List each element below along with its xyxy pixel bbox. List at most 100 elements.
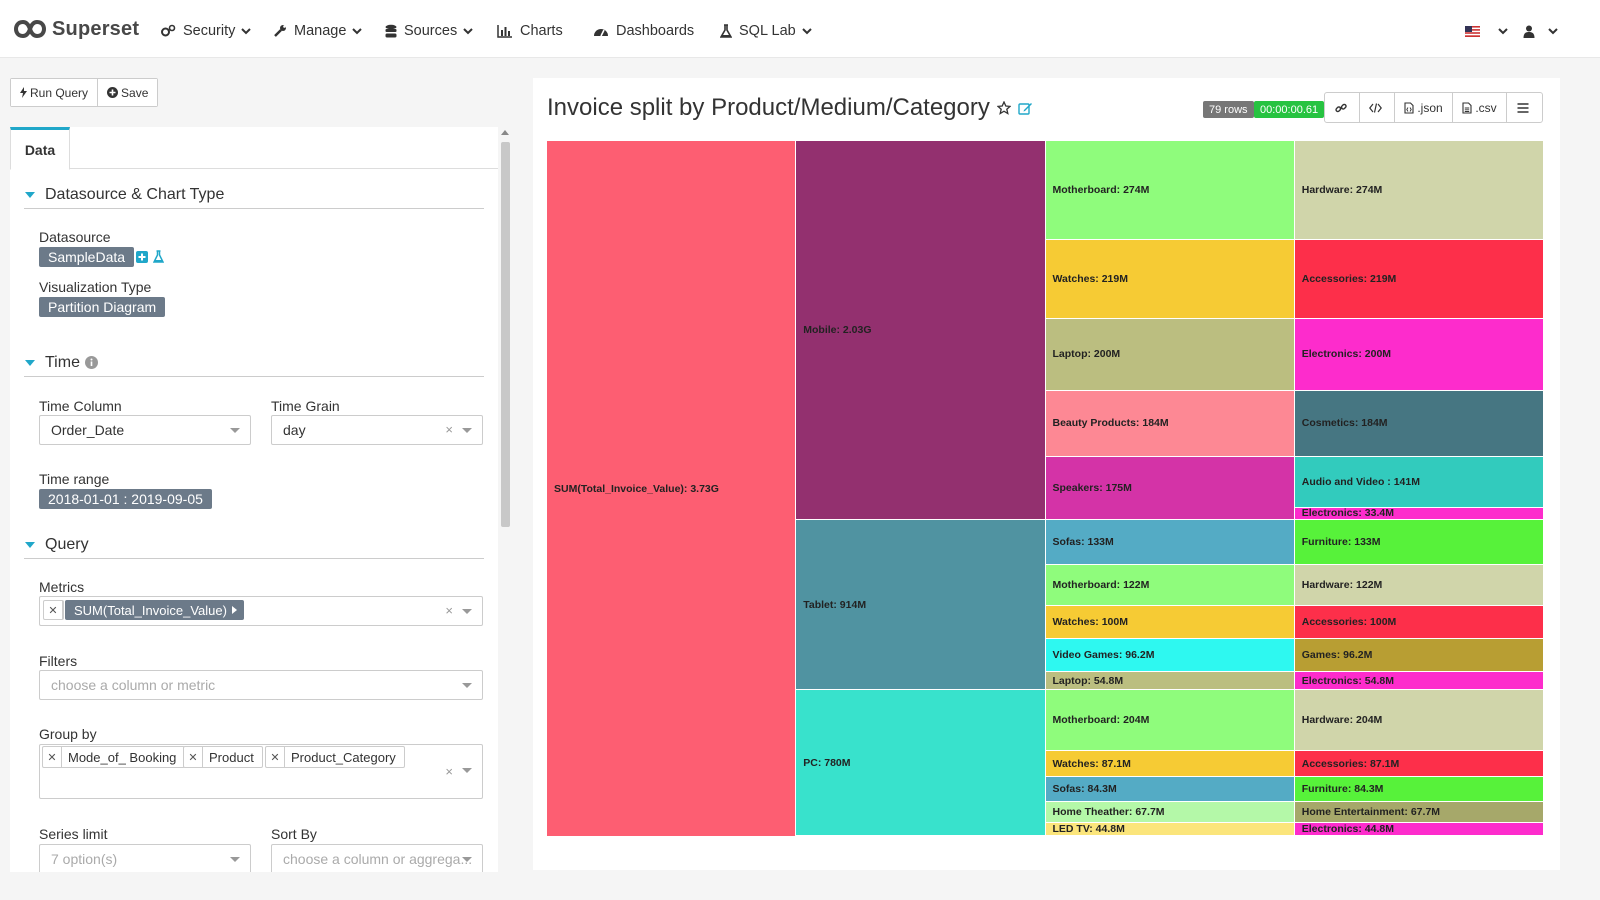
groupby-chip: ✕ Product	[183, 746, 263, 768]
nav-charts[interactable]: Charts	[497, 20, 563, 42]
section-datasource-title: Datasource & Chart Type	[45, 185, 225, 203]
plus-square-icon[interactable]	[136, 251, 148, 263]
remove-icon[interactable]: ✕	[44, 601, 63, 619]
clear-icon[interactable]: ×	[445, 603, 453, 618]
remove-icon[interactable]: ✕	[266, 747, 285, 767]
info-circle-icon[interactable]	[84, 356, 98, 369]
partition-cell[interactable]: Motherboard: 204M	[1045, 690, 1295, 752]
flask-icon	[720, 23, 732, 38]
partition-cell[interactable]: Sofas: 133M	[1045, 519, 1295, 565]
partition-cell-label: Electronics: 44.8M	[1301, 822, 1394, 835]
tab-bar: Data	[10, 127, 498, 170]
caret-down-icon	[25, 541, 35, 548]
run-query-button[interactable]: Run Query	[11, 79, 98, 106]
partition-cell[interactable]: Beauty Products: 184M	[1045, 390, 1295, 457]
time-grain-select[interactable]: day ×	[271, 415, 483, 445]
chart-title: Invoice split by Product/Medium/Category	[547, 94, 1033, 122]
brand[interactable]: Superset	[14, 14, 139, 44]
clear-icon[interactable]: ×	[445, 764, 453, 779]
partition-cell[interactable]: Watches: 100M	[1045, 605, 1295, 640]
viz-type-tag[interactable]: Partition Diagram	[39, 297, 166, 317]
nav-sql-lab[interactable]: SQL Lab	[720, 20, 819, 42]
brand-name: Superset	[52, 17, 140, 40]
link-button[interactable]	[1325, 93, 1359, 122]
section-query-header[interactable]: Query	[24, 531, 484, 559]
partition-cell[interactable]: SUM(Total_Invoice_Value): 3.73G	[547, 141, 797, 837]
partition-cell[interactable]: Electronics: 44.8M	[1294, 822, 1544, 836]
partition-cell-label: Motherboard: 122M	[1052, 578, 1150, 591]
partition-cell[interactable]: Electronics: 54.8M	[1294, 671, 1544, 691]
section-time-title: Time	[45, 353, 80, 371]
partition-cell[interactable]: Sofas: 84.3M	[1045, 777, 1295, 803]
filters-select[interactable]: choose a column or metric	[39, 670, 483, 700]
partition-cell[interactable]: Furniture: 133M	[1294, 519, 1544, 565]
tab-data[interactable]: Data	[10, 127, 70, 170]
export-csv-button[interactable]: .csv	[1452, 93, 1506, 122]
user-menu[interactable]	[1523, 20, 1565, 42]
partition-cell[interactable]: Laptop: 54.8M	[1045, 671, 1295, 691]
nav-security[interactable]: Security	[160, 20, 258, 42]
chevron-down-icon	[462, 428, 472, 433]
nav-manage[interactable]: Manage	[273, 20, 369, 42]
partition-cell[interactable]: Home Entertainment: 67.7M	[1294, 802, 1544, 823]
partition-cell-label: Mobile: 2.03G	[803, 323, 872, 336]
link-icon	[1334, 103, 1347, 112]
flask-icon[interactable]	[153, 250, 164, 263]
partition-cell[interactable]: Electronics: 200M	[1294, 318, 1544, 391]
metric-pill[interactable]: SUM(Total_Invoice_Value)	[65, 600, 244, 620]
export-json-button[interactable]: .json	[1394, 93, 1452, 122]
time-grain-label: Time Grain	[271, 398, 340, 414]
scroll-thumb[interactable]	[501, 142, 510, 527]
partition-cell[interactable]: Cosmetics: 184M	[1294, 390, 1544, 457]
partition-chart: SUM(Total_Invoice_Value): 3.73G Mobile: 2…	[547, 141, 1544, 837]
clear-icon[interactable]: ×	[445, 422, 453, 437]
partition-cell[interactable]: Hardware: 274M	[1294, 141, 1544, 240]
time-column-label: Time Column	[39, 398, 122, 414]
datasource-tag[interactable]: SampleData	[39, 247, 135, 267]
chevron-down-icon	[462, 768, 472, 773]
series-limit-select[interactable]: 7 option(s)	[39, 844, 251, 872]
nav-charts-label: Charts	[520, 23, 563, 39]
partition-cell[interactable]: Games: 96.2M	[1294, 639, 1544, 672]
embed-code-button[interactable]	[1359, 93, 1394, 122]
partition-cell[interactable]: Laptop: 200M	[1045, 318, 1295, 391]
star-icon[interactable]	[996, 101, 1011, 115]
more-options-button[interactable]	[1506, 93, 1542, 122]
partition-cell[interactable]: Accessories: 87.1M	[1294, 751, 1544, 778]
partition-cell[interactable]: Audio and Video : 141M	[1294, 456, 1544, 508]
nav-sources[interactable]: Sources	[385, 20, 480, 42]
partition-cell[interactable]: Watches: 219M	[1045, 239, 1295, 319]
partition-cell[interactable]: Furniture: 84.3M	[1294, 777, 1544, 803]
partition-cell[interactable]: Tablet: 914M	[796, 519, 1046, 691]
time-range-tag[interactable]: 2018-01-01 : 2019-09-05	[39, 489, 212, 509]
partition-cell[interactable]: Motherboard: 274M	[1045, 141, 1295, 240]
section-time-header[interactable]: Time	[24, 349, 484, 377]
partition-cell[interactable]: Accessories: 219M	[1294, 239, 1544, 319]
language-menu[interactable]	[1465, 20, 1515, 42]
time-column-select[interactable]: Order_Date	[39, 415, 251, 445]
partition-cell[interactable]: Speakers: 175M	[1045, 456, 1295, 520]
partition-cell[interactable]: LED TV: 44.8M	[1045, 822, 1295, 836]
partition-cell[interactable]: Accessories: 100M	[1294, 605, 1544, 640]
section-datasource-header[interactable]: Datasource & Chart Type	[24, 181, 484, 209]
partition-cell[interactable]: PC: 780M	[796, 690, 1046, 836]
chart-title-text[interactable]: Invoice split by Product/Medium/Category	[547, 94, 990, 122]
sort-by-select[interactable]: choose a column or aggrega...	[271, 844, 483, 872]
partition-cell[interactable]: Hardware: 204M	[1294, 690, 1544, 752]
partition-cell[interactable]: Video Games: 96.2M	[1045, 639, 1295, 672]
save-button[interactable]: Save	[97, 79, 158, 106]
partition-cell[interactable]: Hardware: 122M	[1294, 564, 1544, 606]
partition-cell[interactable]: Mobile: 2.03G	[796, 141, 1046, 520]
partition-cell-label: Accessories: 100M	[1301, 616, 1397, 629]
partition-cell[interactable]: Home Theather: 67.7M	[1045, 802, 1295, 823]
scroll-up-icon[interactable]	[501, 130, 509, 135]
partition-cell[interactable]: Motherboard: 122M	[1045, 564, 1295, 606]
remove-icon[interactable]: ✕	[184, 747, 203, 767]
remove-icon[interactable]: ✕	[43, 747, 62, 767]
chevron-down-icon	[462, 609, 472, 614]
nav-dashboards[interactable]: Dashboards	[593, 20, 694, 42]
edit-icon[interactable]	[1018, 101, 1033, 115]
control-panel-scrollbar[interactable]	[498, 127, 512, 872]
partition-cell[interactable]: Electronics: 33.4M	[1294, 507, 1544, 520]
partition-cell[interactable]: Watches: 87.1M	[1045, 751, 1295, 778]
